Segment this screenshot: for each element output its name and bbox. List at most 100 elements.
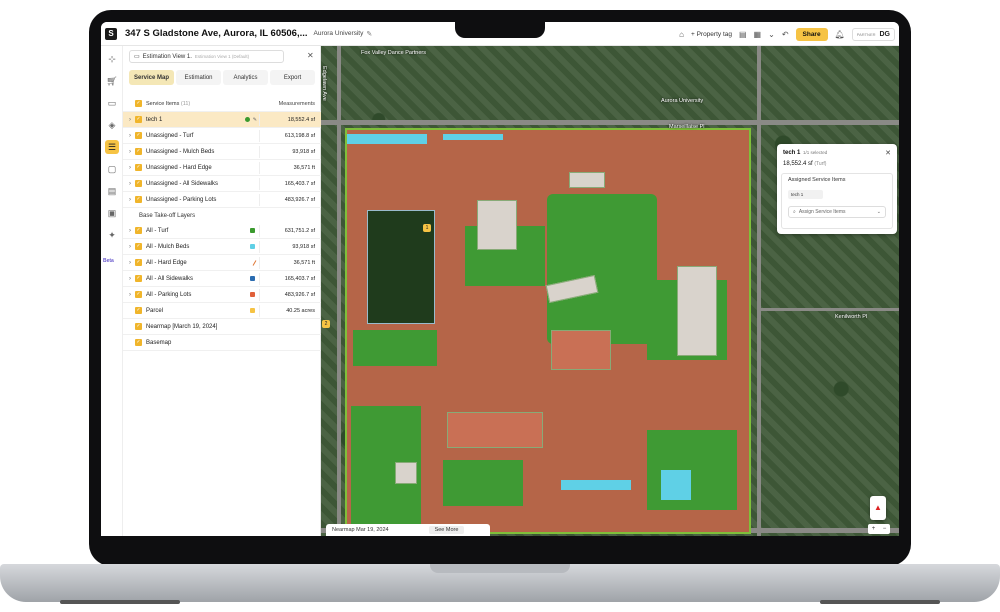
layer-row[interactable]: ✓ Nearmap [March 19, 2024] xyxy=(123,319,321,335)
chevron-down-icon: ⌄ xyxy=(876,209,881,215)
service-item-row[interactable]: › ✓ Unassigned - Parking Lots 483,926.7 … xyxy=(123,192,321,208)
layer-row[interactable]: › ✓ All - Hard Edge 36,571 ft xyxy=(123,255,321,271)
chevron-right-icon[interactable]: › xyxy=(125,260,135,266)
layout-icon[interactable]: ▦ xyxy=(754,30,762,39)
mulch-bed xyxy=(443,134,503,140)
popover-title: tech 1 xyxy=(783,150,801,156)
edit-icon[interactable]: ✎ xyxy=(253,117,257,123)
account-menu[interactable]: PARTNER DG xyxy=(851,27,895,41)
list-header: ✓ Service Items (11) Measurements xyxy=(123,96,321,112)
chevron-down-icon[interactable]: ⌄ xyxy=(768,30,775,39)
select-icon[interactable]: ⊹ xyxy=(105,52,119,66)
chevron-right-icon[interactable]: › xyxy=(125,149,135,155)
tab-estimation[interactable]: Estimation xyxy=(176,70,221,85)
layer-row[interactable]: ✓ Parcel 40.25 acres xyxy=(123,303,321,319)
zoom-controls[interactable]: + − xyxy=(868,524,890,534)
image-icon[interactable]: ▣ xyxy=(105,206,119,220)
layer-checkbox[interactable]: ✓ xyxy=(135,227,142,234)
document-icon[interactable]: ▤ xyxy=(739,30,747,39)
edit-icon[interactable]: ✎ xyxy=(366,30,372,38)
item-checkbox[interactable]: ✓ xyxy=(135,132,142,139)
field-badge[interactable]: 1 xyxy=(423,224,431,232)
report-icon[interactable]: ▤ xyxy=(105,184,119,198)
campus-parcel[interactable]: 1 xyxy=(345,128,751,534)
layer-row[interactable]: › ✓ All - Turf 631,751.2 sf xyxy=(123,223,321,239)
item-checkbox[interactable]: ✓ xyxy=(135,148,142,155)
service-item-row[interactable]: › ✓ Unassigned - Hard Edge 36,571 ft xyxy=(123,160,321,176)
select-all-checkbox[interactable]: ✓ xyxy=(135,100,142,107)
layer-value: 36,571 ft xyxy=(293,259,315,266)
service-item-value: 613,198.8 sf xyxy=(284,132,315,139)
layer-checkbox[interactable]: ✓ xyxy=(135,259,142,266)
laptop-foot xyxy=(60,600,180,604)
building xyxy=(551,330,611,370)
folder-icon[interactable]: ▭ xyxy=(105,96,119,110)
property-address: 347 S Gladstone Ave, Aurora, IL 60506,..… xyxy=(125,28,308,39)
chevron-right-icon[interactable]: › xyxy=(125,181,135,187)
chevron-right-icon[interactable]: › xyxy=(125,292,135,298)
close-icon[interactable]: ✕ xyxy=(307,51,314,60)
layer-name: Parcel xyxy=(146,307,164,314)
building xyxy=(677,266,717,356)
item-checkbox[interactable]: ✓ xyxy=(135,116,142,123)
share-button[interactable]: Share xyxy=(795,27,828,41)
map-marker-badge[interactable]: 2 xyxy=(322,320,330,328)
side-panel: ▭ Estimation View 1. Estimation View 1 (… xyxy=(123,46,321,536)
service-item-value: 18,552.4 sf xyxy=(287,116,315,123)
property-tag-button[interactable]: + Property tag xyxy=(691,31,732,38)
close-icon[interactable]: ✕ xyxy=(885,149,891,157)
layer-row[interactable]: › ✓ All - All Sidewalks 165,403.7 sf xyxy=(123,271,321,287)
tab-service-map[interactable]: Service Map xyxy=(129,70,174,85)
see-more-button[interactable]: See More xyxy=(428,526,465,534)
app-logo[interactable]: S xyxy=(105,27,117,40)
chevron-right-icon[interactable]: › xyxy=(125,133,135,139)
tag-icon: ⌂ xyxy=(679,29,684,39)
assigned-chip[interactable]: tech 1 xyxy=(788,190,824,199)
tab-analytics[interactable]: Analytics xyxy=(223,70,268,85)
chevron-right-icon[interactable]: › xyxy=(125,276,135,282)
layer-checkbox[interactable]: ✓ xyxy=(135,291,142,298)
undo-icon[interactable]: ↶ xyxy=(782,30,789,39)
layer-row[interactable]: › ✓ All - Parking Lots 483,926.7 sf xyxy=(123,287,321,303)
service-item-row[interactable]: › ✓ Unassigned - All Sidewalks 165,403.7… xyxy=(123,176,321,192)
layer-checkbox[interactable]: ✓ xyxy=(135,275,142,282)
item-checkbox[interactable]: ✓ xyxy=(135,164,142,171)
chat-icon[interactable]: ▢ xyxy=(105,162,119,176)
ai-icon[interactable]: ✦ xyxy=(105,228,119,242)
panel-tabs: Service Map Estimation Analytics Export xyxy=(129,70,315,85)
chevron-right-icon[interactable]: › xyxy=(125,197,135,203)
layer-row[interactable]: › ✓ All - Mulch Beds 93,918 sf xyxy=(123,239,321,255)
item-checkbox[interactable]: ✓ xyxy=(135,180,142,187)
list-icon[interactable]: ☰ xyxy=(105,140,119,154)
zoom-out-button[interactable]: − xyxy=(883,526,887,532)
assign-service-items-select[interactable]: ⌕ Assign Service Items ⌄ xyxy=(788,206,886,218)
layer-checkbox[interactable]: ✓ xyxy=(135,307,142,314)
layer-checkbox[interactable]: ✓ xyxy=(135,339,142,346)
zoom-in-button[interactable]: + xyxy=(872,526,876,532)
measurements-header[interactable]: Measurements xyxy=(259,101,321,107)
view-selector[interactable]: ▭ Estimation View 1. Estimation View 1 (… xyxy=(129,50,284,63)
top-bar-actions: ⌂ + Property tag ▤ ▦ ⌄ ↶ Share 🔔︎ PARTNE… xyxy=(679,22,895,46)
service-item-row[interactable]: › ✓ tech 1 ✎ 18,552.4 sf xyxy=(123,112,321,128)
service-item-name: Unassigned - Mulch Beds xyxy=(146,148,215,155)
compass-icon[interactable]: ▲ xyxy=(870,496,886,520)
layer-value: 93,918 sf xyxy=(292,243,315,250)
service-item-row[interactable]: › ✓ Unassigned - Turf 613,198.8 sf xyxy=(123,128,321,144)
view-icon: ▭ xyxy=(134,54,140,60)
layers-icon[interactable]: ◈ xyxy=(105,118,119,132)
chevron-right-icon[interactable]: › xyxy=(125,165,135,171)
chevron-right-icon[interactable]: › xyxy=(125,117,135,123)
layer-checkbox[interactable]: ✓ xyxy=(135,243,142,250)
bell-icon[interactable]: 🔔︎ xyxy=(835,30,845,39)
service-item-row[interactable]: › ✓ Unassigned - Mulch Beds 93,918 sf xyxy=(123,144,321,160)
layer-name: All - Parking Lots xyxy=(146,291,192,298)
tab-export[interactable]: Export xyxy=(270,70,315,85)
layer-checkbox[interactable]: ✓ xyxy=(135,323,142,330)
item-checkbox[interactable]: ✓ xyxy=(135,196,142,203)
layer-row[interactable]: ✓ Basemap xyxy=(123,335,321,351)
map-canvas[interactable]: 1 2 Fox Valley Dance Partners Aurora Uni… xyxy=(321,46,899,536)
laptop-foot xyxy=(820,600,940,604)
chevron-right-icon[interactable]: › xyxy=(125,228,135,234)
cart-icon[interactable]: 🛒︎ xyxy=(105,74,119,88)
chevron-right-icon[interactable]: › xyxy=(125,244,135,250)
